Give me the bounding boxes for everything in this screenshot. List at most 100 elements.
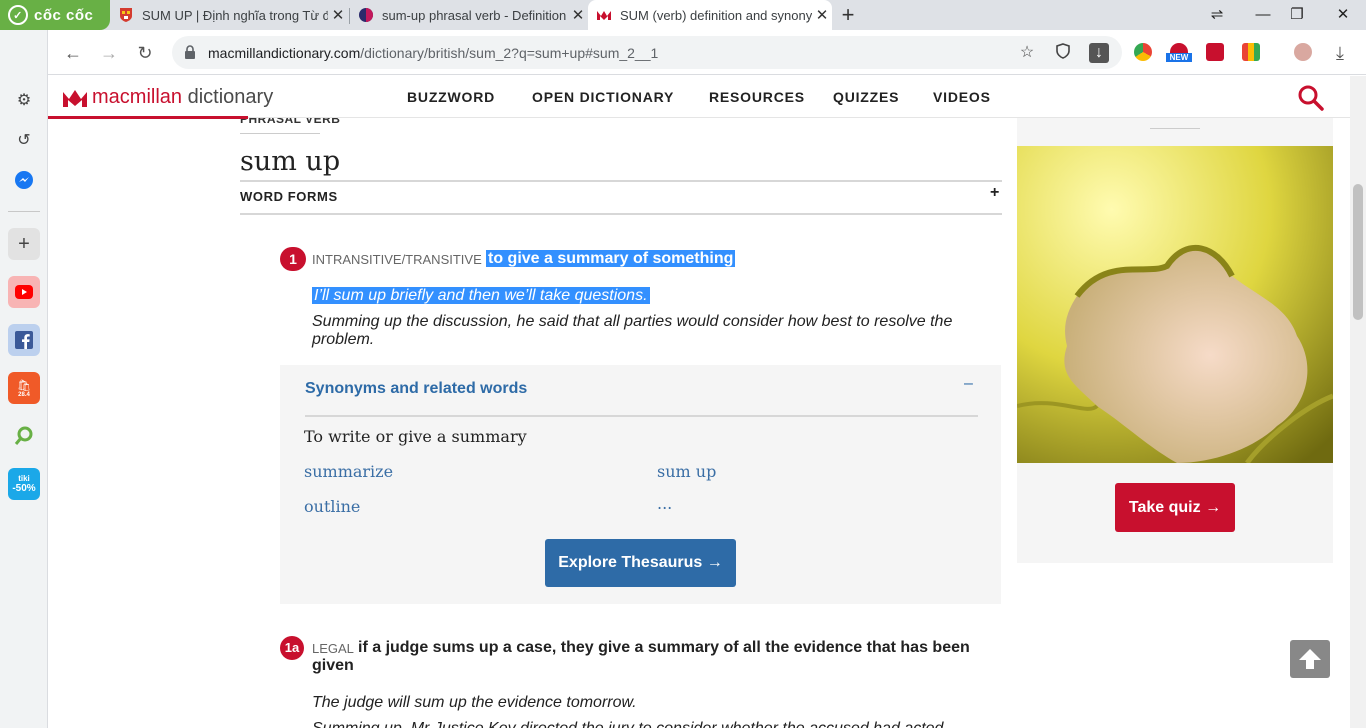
nav-buzzword[interactable]: BUZZWORD [407,89,495,105]
macmillan-logo-icon [63,89,87,107]
forward-button[interactable]: → [96,40,122,66]
url-text: macmillandictionary.com/dictionary/briti… [208,45,658,61]
quiz-sidebar: Take quiz → [1017,118,1333,563]
coccoc-leaf-icon: ✓ [8,5,28,25]
news-extension-icon[interactable]: NEW [1166,43,1192,62]
selected-example: I’ll sum up briefly and then we’ll take … [312,287,650,304]
tab-search-icon[interactable]: ⇌ [1194,0,1240,30]
nav-resources[interactable]: RESOURCES [709,89,805,105]
shopee-bag-icon: 🛍 [17,379,31,392]
puzzle-image [1017,146,1333,463]
tab-title: SUM (verb) definition and synonyms [620,7,812,23]
site-header: macmillan dictionary BUZZWORD OPEN DICTI… [48,76,1350,119]
nav-videos[interactable]: VIDEOS [933,89,991,105]
shopee-badge: 28.4 [18,391,30,398]
sense-definition: to give a summary of something [486,250,736,268]
thesaurus-panel: Synonyms and related words – To write or… [280,365,1001,604]
tiki-badge: -50% [12,483,36,494]
close-tab-icon[interactable]: ✕ [568,6,588,24]
web-page: macmillan dictionary BUZZWORD OPEN DICTI… [48,76,1350,728]
example-sentence: The judge will sum up the evidence tomor… [312,694,637,711]
tab-sumup-oxford[interactable]: sum-up phrasal verb - Definition ✕ [350,0,588,30]
thesaurus-title[interactable]: Synonyms and related words [305,380,527,398]
close-tab-icon[interactable]: ✕ [812,6,832,24]
logo-word: dictionary [187,86,274,108]
word-forms-divider [240,213,1002,215]
record-extension-icon[interactable] [1206,43,1224,61]
collapse-thesaurus-icon[interactable]: – [964,375,973,393]
macmillan-favicon-icon [597,11,611,20]
back-to-top-button[interactable] [1290,640,1330,678]
tab-sum-macmillan[interactable]: SUM (verb) definition and synonyms ✕ [588,0,832,30]
site-search-icon[interactable] [1298,85,1324,111]
browser-sidebar: ⚙ ↺ + 🛍 28.4 tiki -50% [0,30,48,728]
new-badge: NEW [1166,53,1192,62]
example-sentence: Summing up the discussion, he said that … [312,313,953,348]
browser-toolbar: ← → ↻ macmillandictionary.com/dictionary… [0,30,1366,75]
sense-definition: if a judge sums up a case, they give a s… [312,639,970,674]
headword-divider [240,180,1002,182]
tab-title: SUM UP | Định nghĩa trong Từ điển [142,7,328,23]
browser-brand: cốc cốc [34,6,94,24]
thesaurus-subtitle: To write or give a summary [304,427,527,446]
nav-quizzes[interactable]: QUIZZES [833,89,899,105]
sense-number: 1a [280,636,304,660]
headword: sum up [240,146,341,177]
sense-number: 1 [280,247,306,271]
synonym-link[interactable]: summarize [304,462,393,481]
add-shortcut-button[interactable]: + [8,228,40,260]
reload-button[interactable]: ↻ [132,40,158,66]
example-sentence: Summing up, Mr Justice Key directed the … [312,720,943,728]
shield-icon[interactable] [1053,43,1073,63]
tiki-icon[interactable]: tiki -50% [8,468,40,500]
word-forms-expand-icon[interactable]: + [990,184,999,202]
settings-gear-icon[interactable]: ⚙ [8,84,40,116]
cambridge-shield-icon [120,8,132,22]
facebook-icon[interactable] [8,324,40,356]
page-scrollbar[interactable] [1350,76,1366,728]
nav-open-dictionary[interactable]: OPEN DICTIONARY [532,89,674,105]
synonym-link[interactable]: sum up [657,462,716,481]
logo-underline [48,116,248,119]
close-window-button[interactable]: ✕ [1320,0,1366,30]
new-tab-button[interactable]: + [836,3,860,27]
url-host: macmillandictionary.com [208,45,361,61]
downloads-icon[interactable]: ⤓ [1327,40,1353,66]
thesaurus-divider [305,415,978,417]
site-logo[interactable]: macmillan dictionary [63,86,273,109]
sidebar-divider [8,211,40,212]
chrome-extension-icon[interactable] [1134,43,1152,61]
scrollbar-thumb[interactable] [1353,184,1363,320]
profile-avatar[interactable] [1294,43,1312,61]
youtube-icon[interactable] [8,276,40,308]
coccoc-logo[interactable]: ✓ cốc cốc [0,0,110,30]
sense-grammar: INTRANSITIVE/TRANSITIVE [312,252,482,267]
lock-icon [185,45,195,59]
word-forms-toggle[interactable]: WORD FORMS [240,189,338,204]
take-quiz-button[interactable]: Take quiz → [1115,483,1235,532]
oxford-globe-icon [359,8,373,22]
synonym-link[interactable]: outline [304,497,360,516]
address-bar[interactable]: macmillandictionary.com/dictionary/briti… [172,36,1122,69]
arrow-up-icon [1299,649,1321,669]
restore-button[interactable]: ❐ [1274,0,1320,30]
pos-divider [240,133,320,134]
back-button[interactable]: ← [60,40,86,66]
tab-title: sum-up phrasal verb - Definition [382,7,567,23]
more-synonyms-link[interactable]: ... [657,494,672,513]
shopee-icon[interactable]: 🛍 28.4 [8,372,40,404]
close-tab-icon[interactable]: ✕ [328,6,348,24]
bookmark-star-icon[interactable]: ☆ [1017,43,1037,63]
tab-sumup-vi[interactable]: SUM UP | Định nghĩa trong Từ điển ✕ [110,0,348,30]
aside-divider [1150,128,1200,129]
palette-extension-icon[interactable] [1242,43,1260,61]
example-sentence: I’ll sum up briefly and then we’ll take … [312,287,650,305]
logo-brand: macmillan [92,86,183,108]
download-page-icon[interactable]: ↓ [1089,43,1109,63]
explore-thesaurus-button[interactable]: Explore Thesaurus → [545,539,736,587]
messenger-icon[interactable] [8,164,40,196]
leaf-search-icon[interactable] [8,420,40,452]
url-path: /dictionary/british/sum_2?q=sum+up#sum_2… [360,45,659,61]
history-icon[interactable]: ↺ [8,124,40,156]
tab-strip: ✓ cốc cốc SUM UP | Định nghĩa trong Từ đ… [0,0,1366,30]
